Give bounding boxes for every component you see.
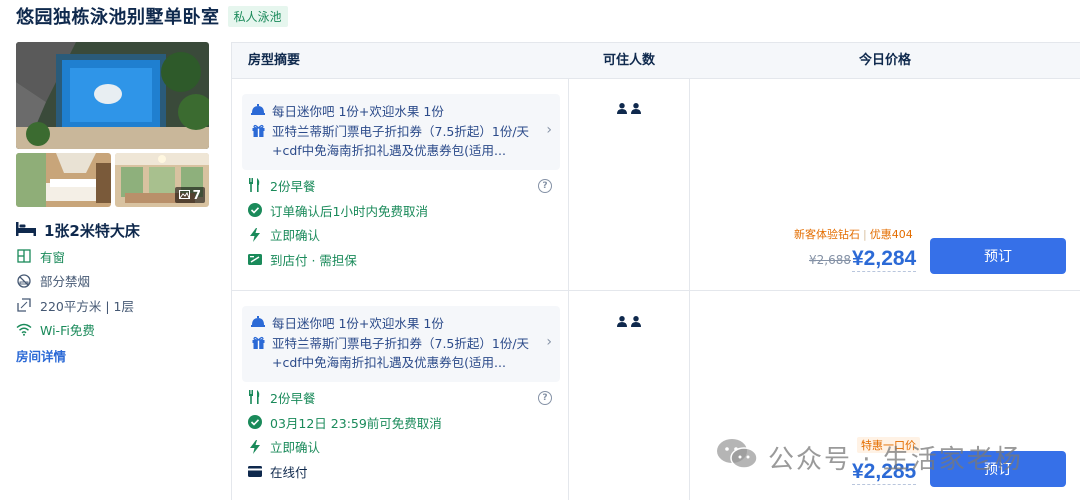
room-title: 悠园独栋泳池别墅单卧室 [16, 7, 220, 28]
header-guests: 可住人数 [603, 53, 656, 68]
help-icon[interactable]: ? [538, 391, 552, 405]
facility-wifi: Wi-Fi免费 [16, 318, 134, 343]
package-box[interactable]: 每日迷你吧 1份+欢迎水果 1份 亚特兰蒂斯门票电子折扣券（7.5折起）1份/天… [242, 306, 560, 382]
confirm-label: 立即确认 [270, 228, 321, 244]
window-icon [16, 248, 32, 264]
wechat-icon [716, 438, 758, 477]
check-circle-icon [248, 415, 262, 430]
facility-window: 有窗 [16, 244, 134, 269]
lightning-icon [248, 439, 262, 454]
confirm-policy: 立即确认 [248, 222, 428, 247]
facility-no-smoking: 部分禁烟 [16, 269, 134, 294]
cancel-label: 03月12日 23:59前可免费取消 [270, 415, 442, 431]
wifi-icon [16, 322, 32, 338]
package-line: 亚特兰蒂斯门票电子折扣券（7.5折起）1份/天+cdf中免海南折扣礼遇及优惠券包… [250, 122, 550, 160]
private-pool-tag: 私人泳池 [227, 5, 288, 27]
package-text: 亚特兰蒂斯门票电子折扣券（7.5折起）1份/天+cdf中免海南折扣礼遇及优惠券包… [272, 336, 530, 370]
chevron-right-icon: › [546, 334, 552, 350]
gift-icon [250, 334, 266, 349]
facility-list: 有窗 部分禁烟 220平方米 | 1层 Wi-Fi免费 [16, 244, 134, 342]
person-icon [631, 99, 641, 118]
person-icon [617, 99, 627, 118]
bed-icon [16, 221, 36, 240]
no-smoking-icon [16, 273, 32, 289]
person-icon [631, 312, 641, 331]
chevron-right-icon: › [546, 122, 552, 138]
payment-policy: 到店付 · 需担保 [248, 247, 428, 272]
person-icon [617, 312, 627, 331]
promo-discount: 优惠404 [869, 228, 913, 241]
cancel-policy: 订单确认后1小时内免费取消 [248, 198, 428, 223]
service-bell-icon [250, 102, 266, 115]
breakfast-policy: 2份早餐 [248, 385, 442, 410]
breakfast-label: 2份早餐 [270, 390, 316, 406]
confirm-policy: 立即确认 [248, 434, 442, 459]
pay-at-hotel-icon [248, 252, 262, 266]
title-row: 悠园独栋泳池别墅单卧室 私人泳池 [16, 2, 288, 30]
breakfast-policy: 2份早餐 [248, 173, 428, 198]
bed-info: 1张2米特大床 [16, 220, 140, 241]
facility-label: 部分禁烟 [40, 274, 91, 290]
cutlery-icon [248, 390, 262, 405]
book-button[interactable]: 预订 [930, 238, 1066, 274]
check-circle-icon [248, 203, 262, 218]
package-line: 亚特兰蒂斯门票电子折扣券（7.5折起）1份/天+cdf中免海南折扣礼遇及优惠券包… [250, 334, 550, 372]
promo-label: 新客体验钻石 | 优惠404 [794, 228, 913, 241]
lightning-icon [248, 227, 262, 242]
bedroom-photo[interactable] [16, 153, 111, 207]
facility-label: 有窗 [40, 249, 66, 265]
gift-icon [250, 122, 266, 137]
policy-list: 2份早餐 订单确认后1小时内免费取消 立即确认 到店付 · 需担保 [248, 173, 428, 272]
package-text: 亚特兰蒂斯门票电子折扣券（7.5折起）1份/天+cdf中免海南折扣礼遇及优惠券包… [272, 124, 530, 158]
help-icon[interactable]: ? [538, 179, 552, 193]
area-icon [16, 297, 32, 313]
promo-name: 新客体验钻石 [794, 228, 860, 241]
watermark-text: 公众号 · 生活家老杨 [768, 445, 1023, 475]
payment-label: 到店付 · 需担保 [270, 252, 357, 268]
rate-table: 房型摘要 可住人数 今日价格 每日迷你吧 1份+欢迎水果 1份 亚特兰蒂斯门票电… [231, 42, 1080, 500]
payment-policy: 在线付 [248, 459, 442, 484]
breakfast-label: 2份早餐 [270, 178, 316, 194]
bed-label: 1张2米特大床 [44, 222, 140, 240]
card-icon [248, 464, 262, 478]
original-price: ¥2,688 [809, 253, 851, 267]
facility-label: 220平方米 | 1层 [40, 298, 134, 314]
cancel-policy: 03月12日 23:59前可免费取消 [248, 410, 442, 435]
package-line: 每日迷你吧 1份+欢迎水果 1份 [250, 314, 550, 333]
row-divider [232, 290, 1080, 291]
watermark: 公众号 · 生活家老杨 [716, 438, 1023, 477]
facility-area: 220平方米 | 1层 [16, 293, 134, 318]
package-line: 每日迷你吧 1份+欢迎水果 1份 [250, 102, 550, 121]
living-room-photo[interactable]: 7 [115, 153, 209, 207]
cancel-label: 订单确认后1小时内免费取消 [270, 203, 428, 219]
package-text: 每日迷你吧 1份+欢迎水果 1份 [272, 316, 444, 331]
confirm-label: 立即确认 [270, 440, 321, 456]
cutlery-icon [248, 178, 262, 193]
guest-count [617, 312, 641, 331]
current-price[interactable]: ¥2,284 [852, 247, 917, 272]
gallery-icon [178, 188, 190, 202]
room-details-link[interactable]: 房间详情 [16, 346, 66, 365]
package-text: 每日迷你吧 1份+欢迎水果 1份 [272, 104, 444, 119]
main-room-photo[interactable] [16, 42, 209, 149]
policy-list: 2份早餐 03月12日 23:59前可免费取消 立即确认 在线付 [248, 385, 442, 484]
service-bell-icon [250, 314, 266, 327]
photo-count-badge[interactable]: 7 [174, 187, 205, 203]
table-header: 房型摘要 可住人数 今日价格 [232, 43, 1080, 79]
package-box[interactable]: 每日迷你吧 1份+欢迎水果 1份 亚特兰蒂斯门票电子折扣券（7.5折起）1份/天… [242, 94, 560, 170]
header-summary: 房型摘要 [248, 53, 301, 68]
guest-count [617, 99, 641, 118]
payment-label: 在线付 [270, 464, 308, 480]
photo-count: 7 [192, 188, 201, 202]
facility-label: Wi-Fi免费 [40, 323, 95, 339]
header-price: 今日价格 [859, 53, 912, 68]
